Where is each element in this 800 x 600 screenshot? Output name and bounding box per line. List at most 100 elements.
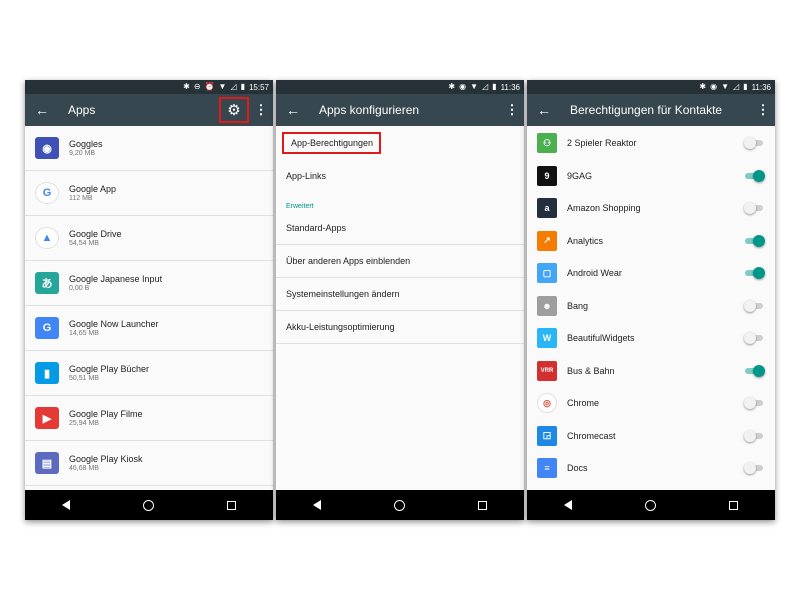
app-name: Google Now Launcher	[69, 319, 159, 329]
wifi-icon: ▼	[218, 82, 227, 91]
bus-bahn-icon: VRR	[537, 360, 557, 381]
permission-list-item[interactable]: 9 9GAG	[527, 160, 775, 193]
app-text: Goggles 9,20 MB	[69, 139, 103, 157]
bang-icon: ☻	[537, 295, 557, 316]
app-size: 112 MB	[69, 195, 93, 202]
toggle-knob	[744, 137, 756, 149]
wifi-icon: ▼	[721, 82, 729, 91]
permission-toggle[interactable]	[744, 299, 763, 312]
overflow-menu-icon[interactable]: ⋮	[500, 102, 524, 118]
app-name: Goggles	[69, 139, 103, 149]
permission-list-item[interactable]: ↗ Analytics	[527, 225, 775, 258]
menu-item-app-links[interactable]: App-Links	[276, 159, 524, 192]
permission-toggle[interactable]	[744, 202, 763, 214]
battery-icon: ▮	[240, 82, 245, 91]
chromecast-icon: ◲	[537, 425, 557, 446]
permission-toggle[interactable]	[744, 462, 763, 474]
google-now-icon: G	[35, 317, 59, 339]
menu-item-label: Standard-Apps	[286, 223, 347, 233]
permission-toggle[interactable]	[744, 332, 763, 344]
app-list-item[interactable]: ▶ Google Play Filme 25,94 MB	[25, 396, 273, 441]
permission-list-item[interactable]: W BeautifulWidgets	[527, 322, 775, 355]
app-list-item[interactable]: あ Google Japanese Input 0,00 B	[25, 261, 273, 306]
configure-list: App-Berechtigungen App-Links Erweitert S…	[276, 126, 524, 490]
permission-toggle[interactable]	[744, 137, 763, 149]
nav-back-icon[interactable]	[61, 500, 70, 510]
dnd-icon: ⊖	[193, 82, 201, 91]
permission-toggle[interactable]	[745, 169, 765, 182]
nav-home-icon[interactable]	[393, 499, 405, 511]
nav-home-icon[interactable]	[142, 499, 154, 511]
beautiful-widgets-icon: W	[537, 328, 557, 349]
app-size: 0,00 B	[69, 285, 90, 292]
permission-toggle[interactable]	[745, 267, 765, 279]
bluetooth-icon: ✱	[183, 82, 190, 91]
app-size: 9,20 MB	[69, 150, 96, 157]
menu-item-draw-over-apps[interactable]: Über anderen Apps einblenden	[276, 245, 524, 278]
phone-contacts-permissions: ✱ ◉ ▼ ◿ ▮ 11:36 ← Berechtigungen für Kon…	[527, 80, 775, 520]
permission-list: ⚇ 2 Spieler Reaktor 9 9GAG a Amazon Shopping ↗…	[527, 126, 775, 490]
menu-item-modify-system-settings[interactable]: Systemeinstellungen ändern	[276, 278, 524, 311]
app-name: Google Drive	[69, 229, 122, 239]
status-time: 15:57	[248, 82, 269, 92]
settings-gear-icon[interactable]: ⚙	[219, 97, 249, 123]
app-list-item[interactable]: ▤ Google Play Kiosk 46,68 MB	[25, 441, 273, 486]
nav-back-icon[interactable]	[312, 500, 321, 510]
signal-icon: ◿	[733, 82, 740, 91]
permission-app-name: Android Wear	[567, 268, 622, 279]
permission-list-item[interactable]: ⚇ 2 Spieler Reaktor	[527, 127, 775, 160]
overflow-menu-icon[interactable]: ⋮	[249, 102, 273, 118]
toggle-knob	[744, 202, 756, 214]
back-arrow-icon[interactable]: ←	[25, 102, 59, 118]
overflow-menu-icon[interactable]: ⋮	[751, 102, 775, 118]
permission-list-item[interactable]: VRR Bus & Bahn	[527, 355, 775, 388]
permission-toggle[interactable]	[745, 234, 765, 247]
permission-toggle[interactable]	[745, 364, 765, 377]
app-list-item[interactable]: G Google Now Launcher 14,65 MB	[25, 306, 273, 351]
app-bar: ← Apps konfigurieren ⋮	[276, 94, 524, 126]
phone-configure-apps: ✱ ◉ ▼ ◿ ▮ 11:36 ← Apps konfigurieren ⋮ A…	[276, 80, 524, 520]
nav-back-icon[interactable]	[563, 500, 572, 510]
navigation-bar	[25, 490, 273, 520]
app-list-item[interactable]: ▮ Google Play Bücher 50,51 MB	[25, 351, 273, 396]
menu-item-default-apps[interactable]: Standard-Apps	[276, 212, 524, 245]
permission-app-name: Analytics	[567, 235, 604, 246]
permission-list-item[interactable]: ▢ Android Wear	[527, 257, 775, 290]
menu-item-battery-optimization[interactable]: Akku-Leistungsoptimierung	[276, 311, 524, 344]
nav-home-icon[interactable]	[644, 499, 656, 511]
permission-list-item[interactable]: ◲ Chromecast	[527, 420, 775, 453]
chrome-icon: ◎	[537, 393, 557, 414]
nav-recents-icon[interactable]	[478, 500, 488, 510]
toggle-knob	[744, 397, 756, 409]
battery-icon: ▮	[743, 82, 748, 91]
app-text: Google Now Launcher 14,65 MB	[69, 319, 159, 337]
permission-list-item[interactable]: ≡ Docs	[527, 452, 775, 485]
app-size: 46,68 MB	[69, 465, 99, 472]
phone-apps-list: ✱ ⊖ ⏰ ▼ ◿ ▮ 15:57 ← Apps ⋮ ⚙ ◉ Goggles 9,2…	[25, 80, 273, 520]
nav-recents-icon[interactable]	[729, 500, 739, 510]
permission-list-item[interactable]: a Amazon Shopping	[527, 192, 775, 225]
menu-item-label: App-Berechtigungen	[282, 131, 382, 154]
app-text: Google Play Kiosk 46,68 MB	[69, 454, 143, 472]
reaktor-icon: ⚇	[537, 133, 557, 154]
app-name: Google App	[69, 184, 117, 194]
app-list-item[interactable]: ◉ Goggles 9,20 MB	[25, 126, 273, 171]
play-movies-icon: ▶	[35, 407, 59, 429]
app-name: Google Play Filme	[69, 409, 143, 419]
menu-item-label: App-Links	[286, 170, 327, 181]
app-list-item[interactable]: G Google App 112 MB	[25, 171, 273, 216]
nav-recents-icon[interactable]	[227, 500, 237, 510]
permission-list-item[interactable]: ◎ Chrome	[527, 387, 775, 420]
app-list-item[interactable]: ▲ Google Drive 54,54 MB	[25, 216, 273, 261]
bluetooth-icon: ✱	[699, 82, 707, 91]
app-text: Google Drive 54,54 MB	[69, 229, 122, 247]
permission-list-item[interactable]: ☻ Bang	[527, 290, 775, 323]
back-arrow-icon[interactable]: ←	[527, 102, 561, 118]
permission-toggle[interactable]	[744, 429, 763, 442]
toggle-knob	[744, 332, 756, 344]
menu-item-app-permissions[interactable]: App-Berechtigungen	[276, 126, 524, 159]
permission-toggle[interactable]	[744, 397, 763, 409]
back-arrow-icon[interactable]: ←	[276, 102, 310, 118]
menu-item-label: Systemeinstellungen ändern	[286, 289, 400, 299]
toggle-knob	[744, 299, 756, 312]
